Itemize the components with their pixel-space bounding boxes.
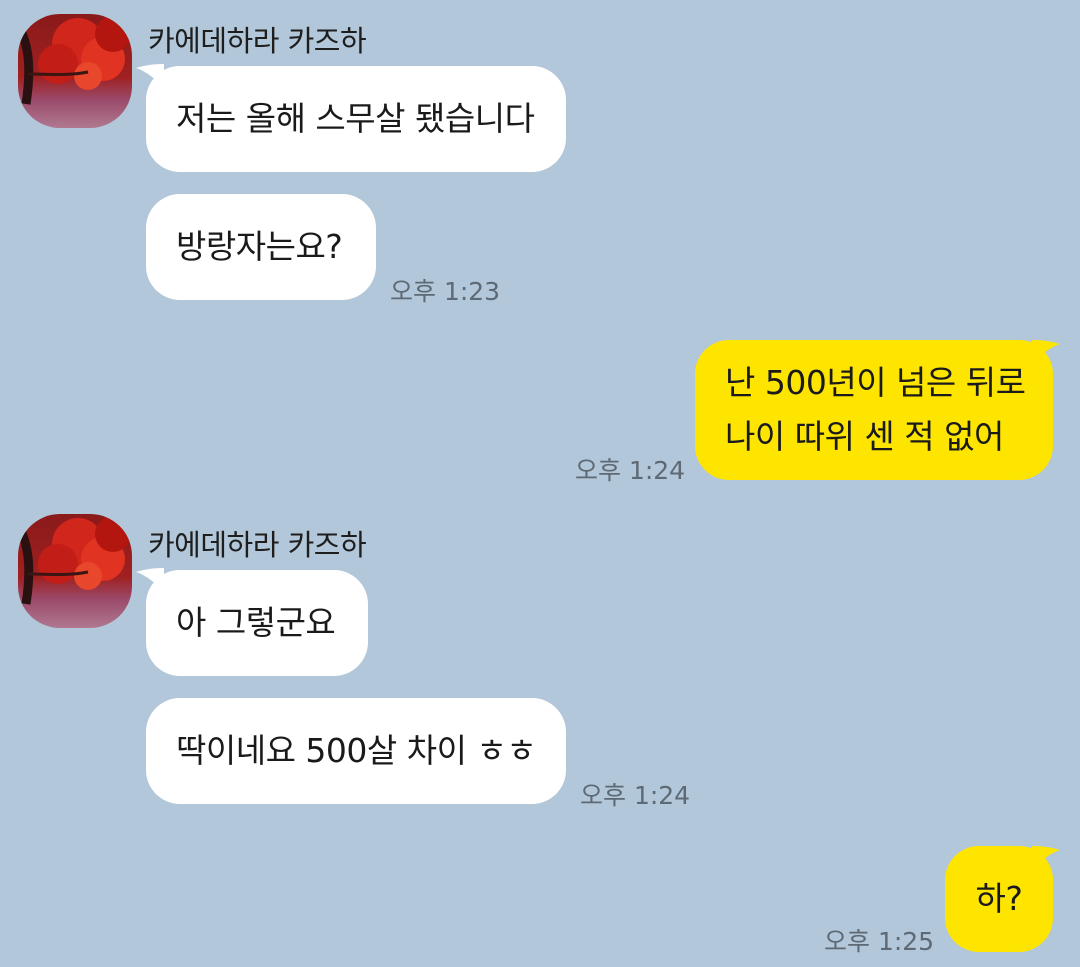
- incoming-message-bubble[interactable]: 저는 올해 스무살 됐습니다: [146, 66, 566, 172]
- message-timestamp: 오후 1:24: [580, 781, 691, 810]
- incoming-message-bubble[interactable]: 딱이네요 500살 차이 ㅎㅎ: [146, 698, 566, 804]
- message-text: 하?: [975, 879, 1023, 918]
- bubble-tail: [1032, 340, 1060, 364]
- outgoing-message-bubble[interactable]: 난 500년이 넘은 뒤로 나이 따위 센 적 없어: [695, 340, 1053, 480]
- message-text-line: 난 500년이 넘은 뒤로: [725, 363, 1026, 402]
- contact-avatar[interactable]: [18, 514, 132, 628]
- message-text-line: 나이 따위 센 적 없어: [725, 417, 1004, 456]
- message-text: 딱이네요 500살 차이 ㅎㅎ: [176, 731, 537, 770]
- message-text: 아 그렇군요: [176, 603, 336, 642]
- sender-name: 카에데하라 카즈하: [148, 528, 367, 562]
- incoming-message-bubble[interactable]: 방랑자는요?: [146, 194, 376, 300]
- sender-name: 카에데하라 카즈하: [148, 24, 367, 58]
- contact-avatar[interactable]: [18, 14, 132, 128]
- maple-avatar-icon: [18, 514, 132, 628]
- message-timestamp: 오후 1:24: [575, 456, 686, 485]
- message-timestamp: 오후 1:23: [390, 277, 501, 306]
- message-timestamp: 오후 1:25: [824, 927, 935, 956]
- message-text: 저는 올해 스무살 됐습니다: [176, 99, 535, 138]
- incoming-message-bubble[interactable]: 아 그렇군요: [146, 570, 368, 676]
- bubble-tail: [1032, 846, 1060, 870]
- message-text: 방랑자는요?: [176, 227, 343, 266]
- maple-avatar-icon: [18, 14, 132, 128]
